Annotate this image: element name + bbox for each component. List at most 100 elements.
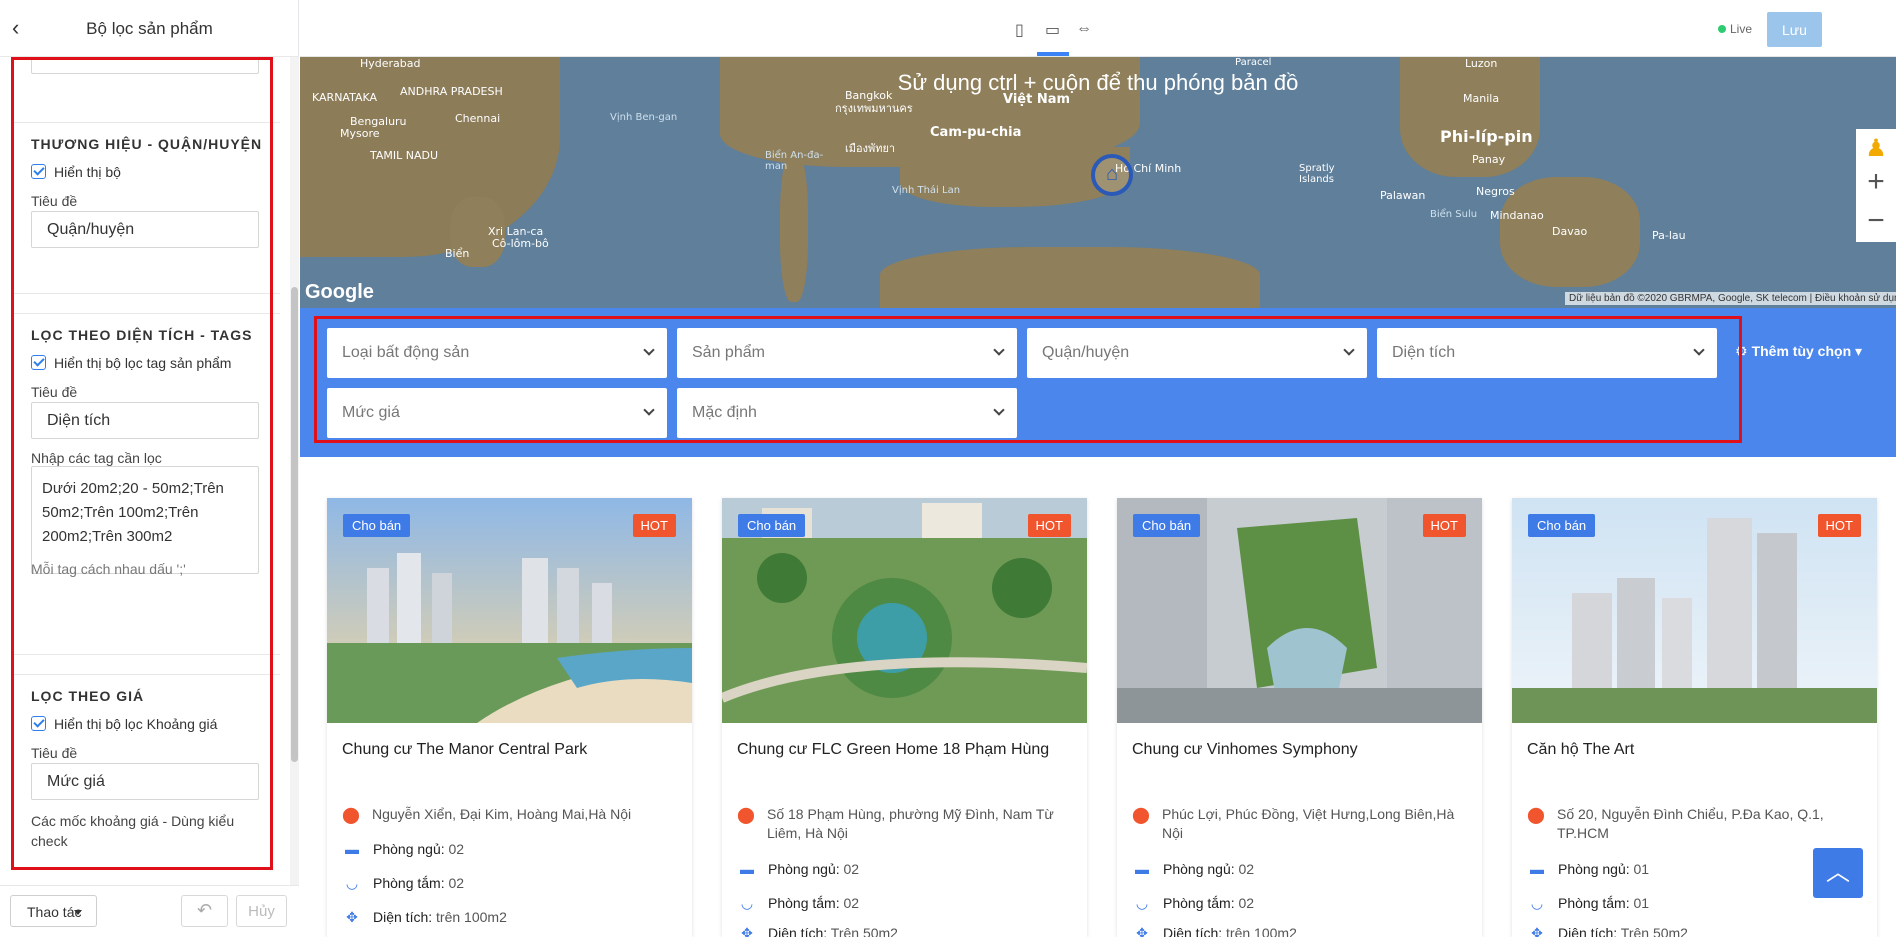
checkbox-checked-icon[interactable] xyxy=(31,164,46,179)
listing-card[interactable]: Cho bán HOT Chung cư FLC Green Home 18 P… xyxy=(722,498,1087,937)
tags-label: Nhập các tag cần lọc xyxy=(31,450,162,466)
sidebar-scroll-area: Main menu THƯƠNG HIỆU - QUẬN/HUYỆN Hiển … xyxy=(0,57,299,885)
bathtub-icon: ◡ xyxy=(1530,895,1544,911)
spec-value: trên 100m2 xyxy=(1226,925,1297,937)
live-label: Live xyxy=(1730,22,1753,36)
show-filter-checkbox[interactable]: Hiển thị bộ lọc Khoảng giá xyxy=(31,716,217,732)
map-label: TAMIL NADU xyxy=(370,149,439,162)
home-location-pin-icon[interactable]: ⌂ xyxy=(1091,154,1133,196)
bathrooms-row: ◡ Phòng tắm: 02 xyxy=(1132,895,1254,912)
actions-dropdown-button[interactable]: Thao tác xyxy=(10,895,97,927)
bed-icon: ▬ xyxy=(740,861,754,877)
bedrooms-row: ▬ Phòng ngủ: 01 xyxy=(1527,861,1649,877)
hot-badge: HOT xyxy=(1817,514,1861,537)
more-options-button[interactable]: ⚙ Thêm tùy chọn ▾ xyxy=(1735,343,1862,360)
listing-title[interactable]: Chung cư Vinhomes Symphony xyxy=(1132,741,1358,759)
spec-label: Phòng tắm: xyxy=(373,875,445,891)
scroll-to-top-button[interactable]: ︿ xyxy=(1813,848,1863,898)
map-label: Davao xyxy=(1552,225,1588,238)
chevron-down-icon xyxy=(993,404,1005,416)
listing-card[interactable]: Cho bán HOT Chung cư The Manor Central P… xyxy=(327,498,692,937)
bedrooms-row: ▬ Phòng ngủ: 02 xyxy=(737,861,859,877)
sidebar-header: ‹ Bộ lọc sản phẩm xyxy=(0,0,299,57)
map-view[interactable]: Sử dụng ctrl + cuộn để thu phóng bản đồ … xyxy=(300,57,1896,308)
listing-image[interactable]: Cho bán HOT xyxy=(722,498,1087,723)
sliders-icon: ⚙ xyxy=(1735,343,1748,359)
title-label: Tiêu đề xyxy=(31,745,78,761)
location-pin-icon: ⬤ xyxy=(342,807,360,824)
section-area-tags: LỌC THEO DIỆN TÍCH - TAGS Hiển thị bộ lọ… xyxy=(14,313,280,655)
spec-label: Phòng ngủ: xyxy=(768,861,840,877)
checkbox-label: Hiển thị bộ lọc tag sản phẩm xyxy=(54,355,232,371)
spec-value: 01 xyxy=(1633,895,1650,911)
title-input[interactable]: Diện tích xyxy=(31,402,259,439)
zoom-in-button[interactable]: + xyxy=(1856,163,1896,203)
bathtub-icon: ◡ xyxy=(345,875,359,891)
filter-area[interactable]: Diện tích xyxy=(1377,328,1717,378)
bathrooms-row: ◡ Phòng tắm: 01 xyxy=(1527,895,1649,912)
spec-value: 02 xyxy=(448,875,465,891)
arrows-expand-icon: ✥ xyxy=(741,925,753,937)
listing-title[interactable]: Căn hộ The Art xyxy=(1527,741,1634,759)
bed-icon: ▬ xyxy=(1530,861,1544,877)
listing-image[interactable]: Cho bán HOT xyxy=(1512,498,1877,723)
spec-label: Phòng ngủ: xyxy=(373,841,445,857)
checkbox-checked-icon[interactable] xyxy=(31,716,46,731)
listing-title[interactable]: Chung cư FLC Green Home 18 Phạm Hùng xyxy=(737,741,1049,759)
area-row: ✥ Diện tích: Trên 50m2 xyxy=(737,925,898,937)
section-title: LỌC THEO DIỆN TÍCH - TAGS xyxy=(31,327,253,343)
spec-label: Phòng ngủ: xyxy=(1558,861,1630,877)
listing-title[interactable]: Chung cư The Manor Central Park xyxy=(342,741,587,759)
map-label: Chennai xyxy=(455,112,501,125)
show-filter-checkbox[interactable]: Hiển thị bộ xyxy=(31,164,121,180)
spec-value: Trên 50m2 xyxy=(1620,925,1688,937)
filter-district[interactable]: Quận/huyện xyxy=(1027,328,1367,378)
fullwidth-icon[interactable]: ⇔ xyxy=(1076,20,1092,38)
save-button[interactable]: Lưu xyxy=(1767,12,1822,47)
live-dot-icon xyxy=(1718,25,1726,33)
listing-image[interactable]: Cho bán HOT xyxy=(1117,498,1482,723)
filter-placeholder: Mặc định xyxy=(692,404,757,421)
desktop-icon[interactable]: ▭ xyxy=(1045,20,1060,40)
map-label: เมืองพัทยา xyxy=(845,142,896,155)
menu-select[interactable]: Main menu xyxy=(31,57,259,74)
filter-product[interactable]: Sản phẩm xyxy=(677,328,1017,378)
title-label: Tiêu đề xyxy=(31,193,78,209)
spec-value: 02 xyxy=(843,861,860,877)
for-sale-badge: Cho bán xyxy=(1528,514,1596,537)
filter-property-type[interactable]: Loại bất động sản xyxy=(327,328,667,378)
arrows-expand-icon: ✥ xyxy=(1531,925,1543,937)
spec-label: Diện tích: xyxy=(1558,925,1618,937)
spec-label: Diện tích: xyxy=(373,909,433,925)
chevron-down-icon: ▾ xyxy=(1855,343,1863,359)
sidebar-scrollbar-thumb[interactable] xyxy=(291,287,298,762)
map-label: Manila xyxy=(1463,92,1500,105)
map-label: Biển xyxy=(445,247,470,260)
checkbox-checked-icon[interactable] xyxy=(31,355,46,370)
settings-sidebar: ‹ Bộ lọc sản phẩm Main menu THƯƠNG HIỆU … xyxy=(0,0,299,937)
section-price: LỌC THEO GIÁ Hiển thị bộ lọc Khoảng giá … xyxy=(14,674,280,885)
tags-textarea[interactable]: Dưới 20m2;20 - 50m2;Trên 50m2;Trên 100m2… xyxy=(31,466,259,574)
map-label: Cam-pu-chia xyxy=(930,125,1022,140)
filter-sort[interactable]: Mặc định xyxy=(677,388,1017,438)
undo-icon[interactable]: ↶ xyxy=(181,895,228,927)
spec-value: 02 xyxy=(843,895,860,911)
filter-price[interactable]: Mức giá xyxy=(327,388,667,438)
map-label: Luzon xyxy=(1465,57,1498,70)
map-label: Negros xyxy=(1476,185,1515,198)
zoom-out-button[interactable]: − xyxy=(1856,202,1896,242)
listing-card[interactable]: Cho bán HOT Chung cư Vinhomes Symphony ⬤… xyxy=(1117,498,1482,937)
hot-badge: HOT xyxy=(1027,514,1071,537)
title-input[interactable]: Mức giá xyxy=(31,763,259,800)
listing-image[interactable]: Cho bán HOT xyxy=(327,498,692,723)
spec-value: Trên 50m2 xyxy=(830,925,898,937)
spec-value: 02 xyxy=(448,841,465,857)
map-attribution[interactable]: Dữ liệu bản đồ ©2020 GBRMPA, Google, SK … xyxy=(1565,292,1896,305)
tablet-icon[interactable]: ▯ xyxy=(1015,20,1024,40)
title-label: Tiêu đề xyxy=(31,384,78,400)
title-input[interactable]: Quận/huyện xyxy=(31,211,259,248)
cancel-button[interactable]: Hủy xyxy=(236,895,287,927)
show-filter-checkbox[interactable]: Hiển thị bộ lọc tag sản phẩm xyxy=(31,355,231,371)
map-label: Mindanao xyxy=(1490,209,1544,222)
map-label: Pa-lau xyxy=(1652,229,1686,242)
